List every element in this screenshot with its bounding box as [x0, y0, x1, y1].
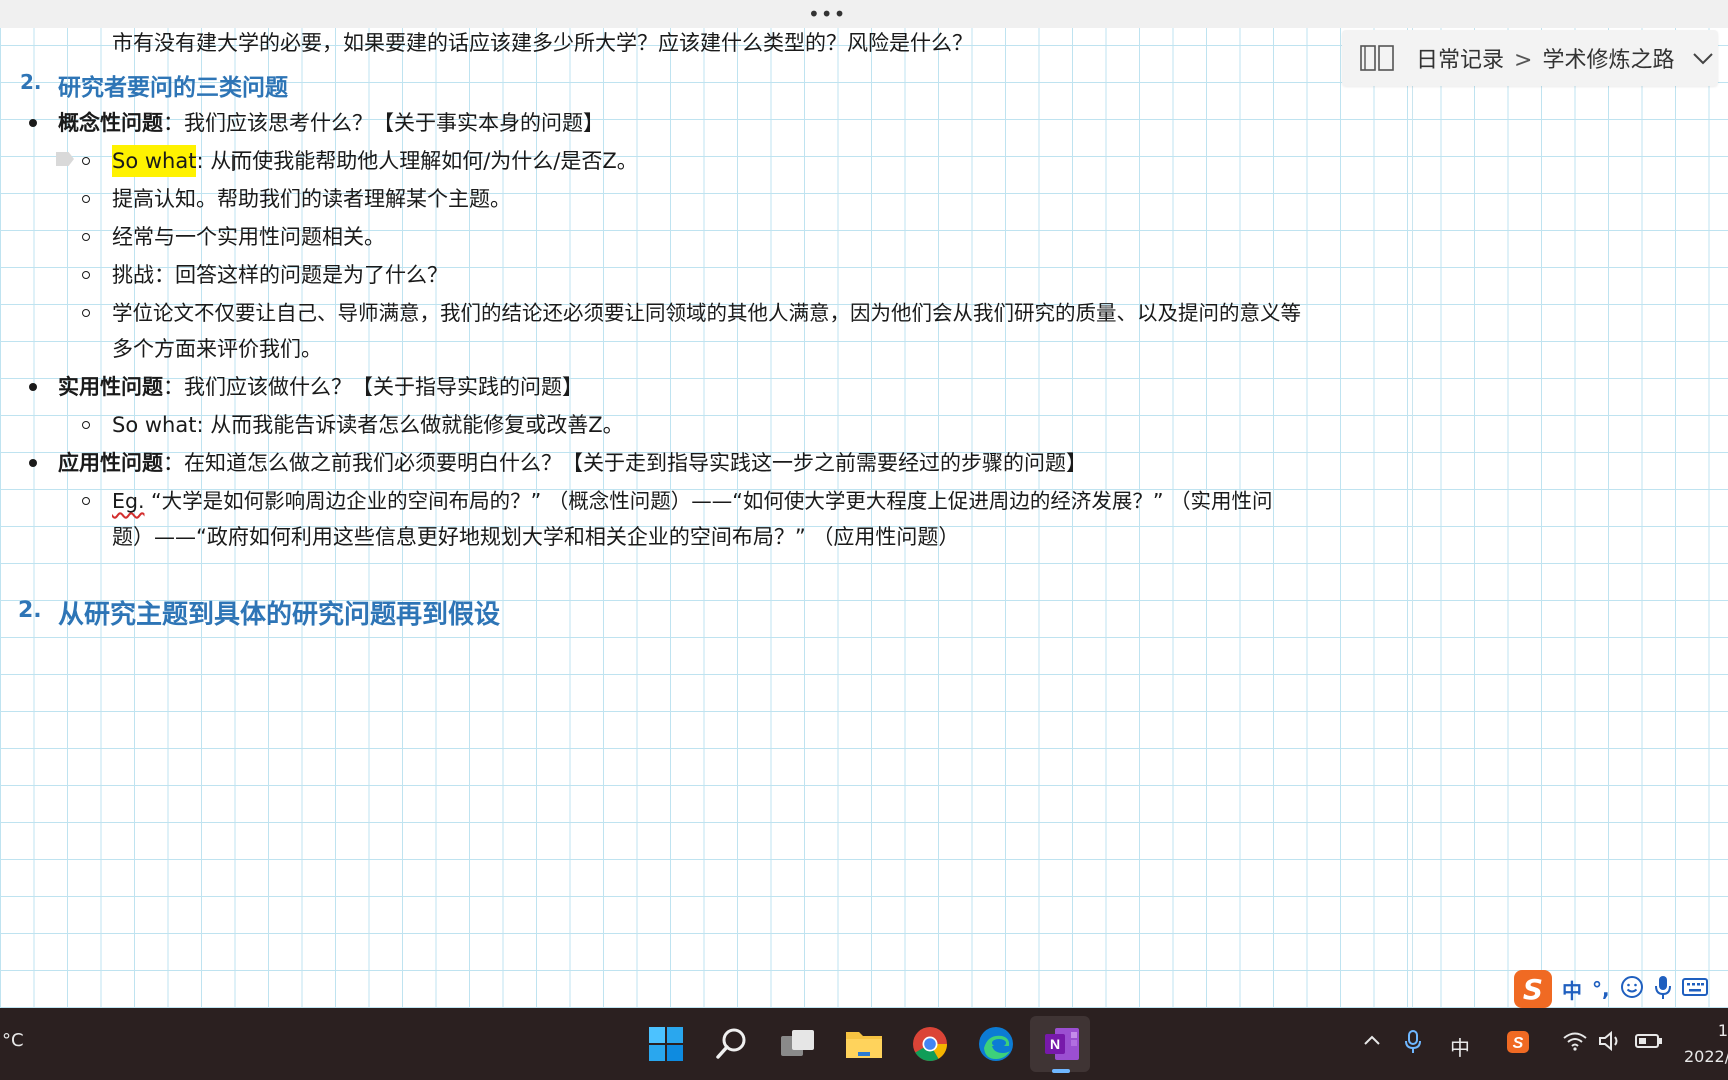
sub-bullet-item[interactable]: So what: 从而使我能帮助他人理解如何/为什么/是否Z。 — [112, 145, 638, 177]
notebook-breadcrumb[interactable]: 日常记录 > 学术修炼之路 — [1342, 30, 1718, 86]
section-heading[interactable]: 研究者要问的三类问题 — [58, 68, 288, 102]
ime-language-toggle[interactable]: 中 — [1562, 975, 1582, 1004]
breadcrumb-section[interactable]: 学术修炼之路 — [1542, 48, 1674, 73]
sub-bullet-icon — [82, 497, 90, 505]
taskbar-clock[interactable]: 1 2022/ — [1684, 1018, 1728, 1070]
bullet-text: ：我们应该做什么？【关于指导实践的问题】 — [163, 375, 583, 399]
bullet-text: ：在知道怎么做之前我们必须要明白什么？【关于走到指导实践这一步之前需要经过的步骤… — [163, 451, 1087, 475]
input-language-indicator[interactable]: 中 — [1450, 1032, 1470, 1061]
active-app-indicator — [1052, 1069, 1070, 1073]
page-width-divider — [1412, 0, 1413, 1008]
heading-number: 2. — [18, 598, 42, 623]
spellcheck-word: Eg. — [112, 489, 145, 513]
sub-bullet-item[interactable]: 挑战：回答这样的问题是为了什么？ — [112, 260, 448, 290]
microphone-icon[interactable] — [1404, 1030, 1422, 1059]
sub-bullet-item[interactable]: 经常与一个实用性问题相关。 — [112, 222, 385, 252]
breadcrumb-path[interactable]: 日常记录 > 学术修炼之路 — [1416, 42, 1674, 74]
emoji-icon[interactable] — [1620, 975, 1644, 1003]
sub-bullet-icon — [82, 421, 90, 429]
note-page[interactable]: 市有没有建大学的必要，如果要建的话应该建多少所大学？应该建什么类型的？风险是什么… — [0, 0, 1728, 1008]
voice-input-icon[interactable] — [1654, 974, 1672, 1004]
sub-bullet-item[interactable]: Eg. “大学是如何影响周边企业的空间布局的？” （概念性问题）——“如何使大学… — [112, 486, 1273, 516]
sub-bullet-icon — [82, 157, 90, 165]
bullet-term: 概念性问题 — [58, 111, 163, 135]
windows-start-icon[interactable] — [646, 1024, 686, 1064]
bullet-icon — [29, 383, 37, 391]
bullet-icon — [29, 119, 37, 127]
bullet-item-applied[interactable]: 应用性问题：在知道怎么做之前我们必须要明白什么？【关于走到指导实践这一步之前需要… — [58, 448, 1087, 478]
breadcrumb-separator: > — [1514, 48, 1533, 73]
sub-bullet-item[interactable]: So what: 从而我能告诉读者怎么做就能修复或改善Z。 — [112, 410, 624, 440]
search-icon[interactable] — [712, 1024, 752, 1064]
weather-widget[interactable]: °C — [2, 1030, 24, 1051]
volume-icon[interactable] — [1598, 1030, 1624, 1057]
ime-toolbar[interactable]: S 中 °, — [1514, 970, 1728, 1008]
wifi-icon[interactable] — [1562, 1030, 1588, 1057]
svg-text:N: N — [1050, 1036, 1060, 1052]
bullet-item-practical[interactable]: 实用性问题：我们应该做什么？【关于指导实践的问题】 — [58, 372, 583, 402]
section-heading[interactable]: 从研究主题到具体的研究问题再到假设 — [58, 594, 500, 631]
ime-punctuation-toggle[interactable]: °, — [1592, 977, 1610, 1001]
file-explorer-icon[interactable] — [844, 1024, 884, 1064]
bullet-item-conceptual[interactable]: 概念性问题：我们应该思考什么？【关于事实本身的问题】 — [58, 108, 604, 138]
sub-bullet-text: : 从而使我能帮助他人理解如何/为什么/是否Z。 — [196, 149, 638, 173]
more-options-icon[interactable]: ••• — [808, 2, 846, 26]
bullet-term: 实用性问题 — [58, 375, 163, 399]
sogou-tray-icon[interactable]: S — [1506, 1030, 1530, 1059]
sogou-logo-icon[interactable]: S — [1514, 970, 1552, 1008]
bullet-icon — [29, 459, 37, 467]
notebook-icon — [1360, 45, 1394, 71]
sub-bullet-item-continued[interactable]: 题）——“政府如何利用这些信息更好地规划大学和相关企业的空间布局？” （应用性问… — [112, 522, 959, 552]
clock-date: 2022/ — [1684, 1047, 1728, 1066]
sub-bullet-item[interactable]: 提高认知。帮助我们的读者理解某个主题。 — [112, 184, 511, 214]
highlighted-text: So what — [112, 145, 197, 177]
clock-time: 1 — [1717, 1021, 1728, 1040]
show-hidden-icons-icon[interactable] — [1362, 1030, 1382, 1055]
bullet-text: ：我们应该思考什么？【关于事实本身的问题】 — [163, 111, 604, 135]
sub-bullet-icon — [82, 271, 90, 279]
chrome-icon[interactable] — [910, 1024, 950, 1064]
sub-bullet-icon — [82, 309, 90, 317]
title-strip: ••• — [0, 0, 1728, 28]
svg-text:S: S — [1513, 1035, 1524, 1052]
heading-number: 2. — [20, 70, 42, 94]
breadcrumb-notebook[interactable]: 日常记录 — [1416, 48, 1504, 73]
task-view-icon[interactable] — [778, 1024, 818, 1064]
sub-bullet-icon — [82, 233, 90, 241]
sub-bullet-icon — [82, 195, 90, 203]
note-paragraph[interactable]: 市有没有建大学的必要，如果要建的话应该建多少所大学？应该建什么类型的？风险是什么… — [112, 28, 973, 58]
sub-bullet-item-continued[interactable]: 多个方面来评价我们。 — [112, 334, 322, 364]
text-cursor-icon: Ⅰ — [230, 152, 237, 177]
bullet-term: 应用性问题 — [58, 451, 163, 475]
paragraph-handle-icon[interactable] — [56, 152, 74, 166]
onenote-icon[interactable]: N — [1042, 1024, 1082, 1064]
sub-bullet-text: “大学是如何影响周边企业的空间布局的？” （概念性问题）——“如何使大学更大程度… — [144, 489, 1273, 513]
edge-icon[interactable] — [976, 1024, 1016, 1064]
sub-bullet-item[interactable]: 学位论文不仅要让自己、导师满意，我们的结论还必须要让同领域的其他人满意，因为他们… — [112, 298, 1301, 328]
battery-icon[interactable] — [1634, 1030, 1664, 1057]
chevron-down-icon[interactable] — [1692, 51, 1714, 65]
keyboard-icon[interactable] — [1681, 977, 1708, 1001]
